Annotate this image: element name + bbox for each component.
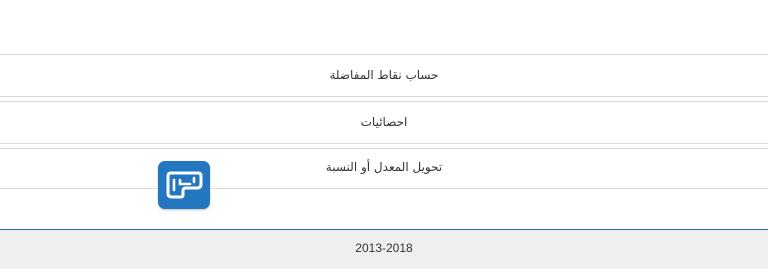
separator-line	[0, 188, 768, 189]
footer-years: 2013-2018	[355, 241, 413, 255]
site-logo-icon	[158, 161, 210, 209]
menu-link-grade-conversion[interactable]: تحويل المعدل أو النسبة	[0, 159, 768, 175]
separator-line	[0, 54, 768, 55]
footer: 2013-2018	[0, 229, 768, 269]
separator-line	[0, 101, 768, 102]
separator-line	[0, 143, 768, 144]
menu-link-statistics[interactable]: احصائيات	[0, 114, 768, 130]
separator-line	[0, 148, 768, 149]
separator-line	[0, 96, 768, 97]
menu-link-merit-points[interactable]: حساب نقاط المفاضلة	[0, 67, 768, 83]
